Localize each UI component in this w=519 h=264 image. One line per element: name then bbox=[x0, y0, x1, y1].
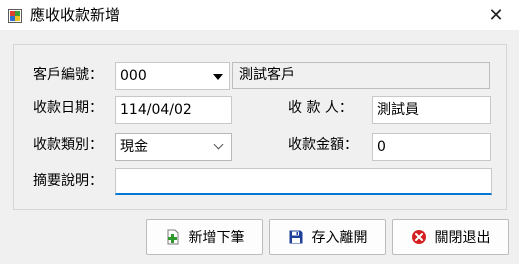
receipt-type-value: 現金 bbox=[120, 139, 148, 155]
close-circle-icon bbox=[411, 230, 426, 244]
add-next-label: 新增下筆 bbox=[188, 230, 245, 246]
receipt-type-label: 收款類別： bbox=[33, 137, 103, 153]
memo-label: 摘要說明： bbox=[33, 173, 103, 189]
amount-value: 0 bbox=[377, 139, 386, 155]
receipt-type-combobox[interactable]: 現金 bbox=[115, 133, 232, 161]
customer-no-value: 000 bbox=[120, 68, 147, 84]
window-title: 應收收款新增 bbox=[30, 6, 121, 24]
customer-no-label: 客戶編號： bbox=[33, 67, 103, 83]
close-exit-button[interactable]: 關閉退出 bbox=[392, 219, 509, 255]
dropdown-arrow-icon bbox=[213, 74, 223, 80]
save-exit-button[interactable]: 存入離開 bbox=[269, 219, 386, 255]
customer-no-combobox[interactable]: 000 bbox=[115, 62, 230, 90]
receipt-date-label: 收款日期： bbox=[33, 100, 103, 116]
receiver-value: 測試員 bbox=[377, 102, 419, 118]
window-close-button[interactable]: ✕ bbox=[473, 0, 519, 30]
close-exit-label: 關閉退出 bbox=[434, 230, 491, 246]
receiver-label: 收 款 人： bbox=[288, 100, 353, 116]
app-window-icon bbox=[8, 9, 22, 23]
customer-name-value: 測試客戶 bbox=[239, 67, 295, 83]
add-next-button[interactable]: 新增下筆 bbox=[146, 219, 263, 255]
chevron-down-icon bbox=[213, 139, 224, 150]
save-exit-label: 存入離開 bbox=[311, 230, 368, 246]
amount-field[interactable]: 0 bbox=[372, 133, 491, 161]
amount-label: 收款金額： bbox=[288, 137, 358, 153]
receipt-date-value: 114/04/02 bbox=[120, 102, 192, 118]
title-bar: 應收收款新增 ✕ bbox=[0, 0, 519, 30]
close-icon: ✕ bbox=[488, 4, 504, 26]
memo-field[interactable] bbox=[115, 168, 492, 195]
receiver-field[interactable]: 測試員 bbox=[372, 96, 491, 124]
add-document-icon bbox=[167, 229, 178, 245]
save-disk-icon bbox=[289, 230, 302, 244]
customer-name-display: 測試客戶 bbox=[232, 62, 490, 89]
receipt-date-field[interactable]: 114/04/02 bbox=[115, 96, 232, 124]
